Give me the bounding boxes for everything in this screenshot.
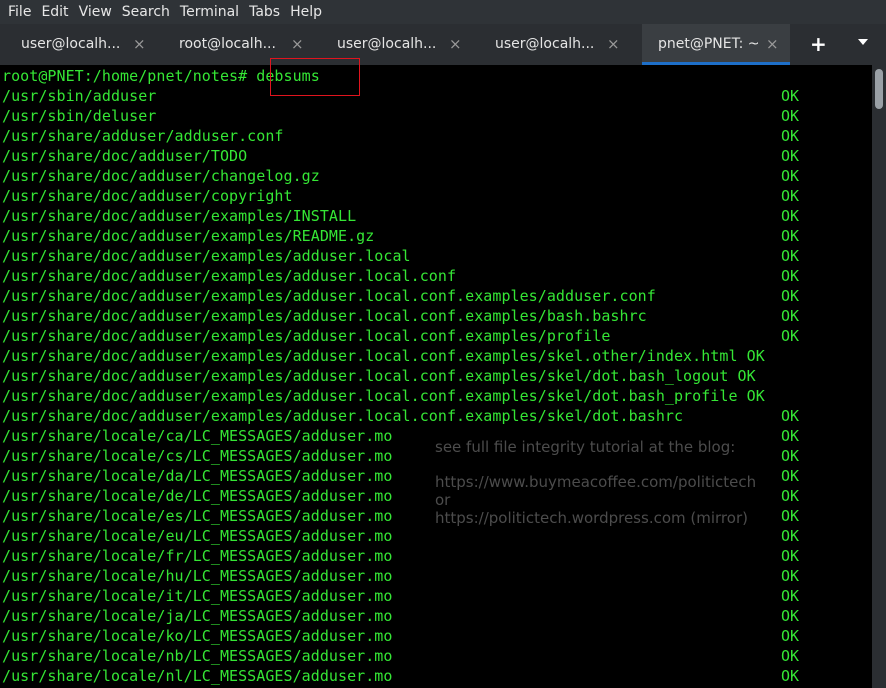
close-icon[interactable]: × [607, 35, 620, 53]
output-line-path: /usr/share/doc/adduser/examples/adduser.… [2, 387, 765, 405]
menu-terminal[interactable]: Terminal [180, 4, 239, 20]
prompt-text: root@PNET:/home/pnet/notes# [2, 67, 257, 85]
tab-label: pnet@PNET: ~ [658, 36, 760, 52]
tab-bar: user@localh... × root@localh... × user@l… [0, 24, 886, 65]
output-line-path: /usr/share/doc/adduser/examples/INSTALL [2, 207, 357, 225]
watermark-line: see full file integrity tutorial at the … [435, 438, 736, 456]
output-line-path: /usr/share/doc/adduser/changelog.gz [2, 167, 320, 185]
scrollbar-thumb[interactable] [875, 69, 883, 109]
menu-edit[interactable]: Edit [41, 4, 68, 20]
menu-help[interactable]: Help [290, 4, 322, 20]
output-line-status: OK [781, 267, 800, 285]
output-line-path: /usr/share/doc/adduser/examples/adduser.… [2, 287, 656, 305]
output-line-status: OK [781, 127, 800, 145]
output-line-path: /usr/sbin/deluser [2, 107, 157, 125]
output-line-status: OK [781, 467, 800, 485]
tab-5-active[interactable]: pnet@PNET: ~ × [642, 24, 790, 65]
output-line-path: /usr/share/locale/de/LC_MESSAGES/adduser… [2, 487, 393, 505]
menu-bar: File Edit View Search Terminal Tabs Help [0, 0, 886, 24]
output-line-status: OK [781, 327, 800, 345]
output-line-status: OK [781, 547, 800, 565]
menu-tabs[interactable]: Tabs [249, 4, 280, 20]
scrollbar[interactable] [872, 65, 886, 688]
output-line-path: /usr/share/locale/fr/LC_MESSAGES/adduser… [2, 547, 393, 565]
close-icon[interactable]: × [449, 35, 462, 53]
output-line-path: /usr/share/doc/adduser/examples/adduser.… [2, 407, 684, 425]
output-line-status: OK [781, 187, 800, 205]
output-line-status: OK [781, 167, 800, 185]
output-line-path: /usr/share/doc/adduser/examples/adduser.… [2, 247, 411, 265]
tab-4[interactable]: user@localh... × [474, 24, 632, 65]
output-line-status: OK [781, 667, 800, 685]
output-line-path: /usr/share/locale/ko/LC_MESSAGES/adduser… [2, 627, 393, 645]
output-line-path: /usr/share/doc/adduser/TODO [2, 147, 248, 165]
output-line-status: OK [781, 227, 800, 245]
output-line-status: OK [781, 587, 800, 605]
watermark-line: https://politictech.wordpress.com (mirro… [435, 509, 748, 527]
output-line-path: /usr/share/locale/ca/LC_MESSAGES/adduser… [2, 427, 393, 445]
output-line-path: /usr/share/doc/adduser/examples/adduser.… [2, 307, 647, 325]
output-line-path: /usr/share/doc/adduser/copyright [2, 187, 293, 205]
output-line-status: OK [781, 147, 800, 165]
output-line-status: OK [781, 447, 800, 465]
watermark-line: https://www.buymeacoffee.com/politictech [435, 473, 757, 491]
output-line-path: /usr/share/doc/adduser/examples/adduser.… [2, 267, 457, 285]
output-line-path: /usr/share/locale/ja/LC_MESSAGES/adduser… [2, 607, 393, 625]
close-icon[interactable]: × [133, 35, 146, 53]
output-line-status: OK [781, 627, 800, 645]
output-line-status: OK [781, 287, 800, 305]
command-highlight-box [270, 58, 360, 96]
output-line-path: /usr/share/locale/eu/LC_MESSAGES/adduser… [2, 527, 393, 545]
tab-1[interactable]: user@localh... × [0, 24, 158, 65]
output-line-path: /usr/share/locale/da/LC_MESSAGES/adduser… [2, 467, 393, 485]
output-line-path: /usr/share/doc/adduser/examples/adduser.… [2, 327, 611, 345]
tab-label: root@localh... [179, 36, 276, 52]
close-icon[interactable]: × [291, 35, 304, 53]
close-icon[interactable]: × [766, 35, 779, 53]
output-line-status: OK [781, 207, 800, 225]
menu-view[interactable]: View [79, 4, 112, 20]
output-line-status: OK [781, 527, 800, 545]
output-line-path: /usr/sbin/adduser [2, 87, 157, 105]
output-line-status: OK [781, 507, 800, 525]
output-line-status: OK [781, 647, 800, 665]
output-line-status: OK [781, 107, 800, 125]
output-line-path: /usr/share/locale/it/LC_MESSAGES/adduser… [2, 587, 393, 605]
terminal-output[interactable]: root@PNET:/home/pnet/notes# debsums /usr… [0, 65, 872, 688]
output-line-status: OK [781, 407, 800, 425]
output-line-status: OK [781, 247, 800, 265]
tab-label: user@localh... [21, 36, 121, 52]
output-line-path: /usr/share/adduser/adduser.conf [2, 127, 284, 145]
output-line-status: OK [781, 87, 800, 105]
output-line-path: /usr/share/doc/adduser/examples/adduser.… [2, 367, 756, 385]
output-line-path: /usr/share/locale/nl/LC_MESSAGES/adduser… [2, 667, 393, 685]
watermark-line: or [435, 491, 451, 509]
output-line-path: /usr/share/locale/es/LC_MESSAGES/adduser… [2, 507, 393, 525]
menu-search[interactable]: Search [122, 4, 170, 20]
chevron-down-icon[interactable] [858, 39, 868, 45]
output-line-status: OK [781, 427, 800, 445]
output-line-path: /usr/share/locale/nb/LC_MESSAGES/adduser… [2, 647, 393, 665]
tab-label: user@localh... [495, 36, 595, 52]
menu-file[interactable]: File [8, 4, 31, 20]
output-line-path: /usr/share/locale/hu/LC_MESSAGES/adduser… [2, 567, 393, 585]
add-tab-button[interactable]: + [810, 34, 827, 54]
output-line-path: /usr/share/doc/adduser/examples/README.g… [2, 227, 375, 245]
output-line-status: OK [781, 487, 800, 505]
output-line-path: /usr/share/locale/cs/LC_MESSAGES/adduser… [2, 447, 393, 465]
tab-label: user@localh... [337, 36, 437, 52]
output-line-path: /usr/share/doc/adduser/examples/adduser.… [2, 347, 765, 365]
output-line-status: OK [781, 307, 800, 325]
output-line-status: OK [781, 607, 800, 625]
output-line-status: OK [781, 567, 800, 585]
